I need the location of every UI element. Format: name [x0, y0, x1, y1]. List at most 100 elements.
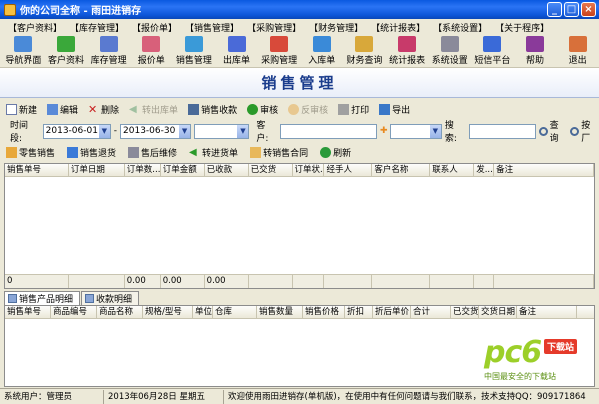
- toolbar-label: 导航界面: [5, 56, 42, 66]
- delete-button[interactable]: ✕ 删除: [88, 103, 119, 116]
- chevron-down-icon[interactable]: ▼: [98, 124, 110, 138]
- edit-button[interactable]: 编辑: [47, 103, 78, 116]
- watermark-subtitle: 中国最安全的下载站: [484, 372, 556, 381]
- column-header[interactable]: 经手人: [324, 164, 373, 176]
- close-button[interactable]: ×: [581, 2, 596, 17]
- nav-icon: [14, 36, 33, 52]
- column-header[interactable]: 订单金额: [161, 164, 205, 176]
- toolbar-button-3[interactable]: 报价单: [130, 35, 173, 67]
- toolbar-button-12[interactable]: 帮助: [514, 35, 557, 67]
- column-header[interactable]: 折扣: [345, 306, 373, 318]
- menu-inventory[interactable]: 【库存管理】: [68, 21, 126, 34]
- date-from-field[interactable]: 2013-06-01 ▼: [42, 123, 111, 139]
- toolbar-button-10[interactable]: 系统设置: [428, 35, 471, 67]
- approve-button[interactable]: 审核: [247, 103, 278, 116]
- orders-grid[interactable]: 销售单号订单日期订单数...订单金额已收款已交货订单状...经手人客户名称联系人…: [4, 163, 595, 289]
- toolbar-button-4[interactable]: 销售管理: [173, 35, 216, 67]
- chevron-down-icon[interactable]: ▼: [429, 124, 441, 138]
- column-header[interactable]: 合计: [411, 306, 451, 318]
- to-outbound-button[interactable]: ◀ 转出库单: [129, 103, 178, 116]
- column-header[interactable]: 客户名称: [372, 164, 431, 176]
- customer-picker-icon[interactable]: ✚: [380, 126, 388, 136]
- column-header[interactable]: 备注: [494, 164, 594, 176]
- find-button[interactable]: 按厂: [570, 118, 599, 144]
- unapprove-button[interactable]: 反审核: [288, 103, 328, 116]
- column-header[interactable]: 已收款: [205, 164, 249, 176]
- column-header[interactable]: 订单日期: [69, 164, 125, 176]
- column-header[interactable]: 销售数量: [257, 306, 303, 318]
- toolbar-label: 帮助: [526, 56, 545, 66]
- quote-icon: [142, 36, 161, 52]
- retail-button[interactable]: 零售销售: [6, 146, 55, 159]
- print-button[interactable]: 打印: [338, 103, 369, 116]
- unapprove-icon: [288, 103, 300, 115]
- toolbar-button-11[interactable]: 短信平台: [471, 35, 514, 67]
- toolbar-button-0[interactable]: 导航界面: [2, 35, 45, 67]
- column-header[interactable]: 订单数...: [125, 164, 161, 176]
- search-type-select[interactable]: ▼: [390, 123, 442, 139]
- date-to-field[interactable]: 2013-06-30 ▼: [120, 123, 192, 139]
- summary-cell: 0.00: [161, 275, 205, 288]
- column-header[interactable]: 备注: [517, 306, 577, 318]
- menu-reports[interactable]: 【统计报表】: [369, 21, 427, 34]
- column-header[interactable]: 销售单号: [5, 306, 51, 318]
- column-header[interactable]: 规格/型号: [143, 306, 193, 318]
- menu-finance[interactable]: 【财务管理】: [307, 21, 365, 34]
- status-select[interactable]: ▼: [194, 123, 250, 139]
- column-header[interactable]: 发...: [474, 164, 495, 176]
- warehouse-icon: [99, 36, 118, 52]
- chevron-down-icon[interactable]: ▼: [237, 124, 249, 138]
- menu-customer[interactable]: 【客户资料】: [6, 21, 64, 34]
- column-header[interactable]: 销售单号: [5, 164, 69, 176]
- toolbar-label: 系统设置: [431, 56, 468, 66]
- chevron-down-icon[interactable]: ▼: [179, 124, 191, 138]
- toolbar-button-8[interactable]: 财务查询: [343, 35, 386, 67]
- toolbar-button-7[interactable]: 入库单: [300, 35, 343, 67]
- search-input[interactable]: [468, 123, 536, 139]
- new-button[interactable]: 新建: [6, 103, 37, 116]
- menu-settings[interactable]: 【系统设置】: [431, 21, 489, 34]
- column-header[interactable]: 联系人: [430, 164, 475, 176]
- toolbar-button-9[interactable]: 统计报表: [386, 35, 429, 67]
- toolbar-button-13[interactable]: 退出: [556, 35, 599, 67]
- column-header[interactable]: 已交货: [249, 164, 293, 176]
- after-sales-button[interactable]: 售后维修: [128, 146, 177, 159]
- menu-sales[interactable]: 【销售管理】: [183, 21, 241, 34]
- inbound-icon: [312, 36, 331, 52]
- customer-icon: [56, 36, 75, 52]
- toolbar-button-2[interactable]: 库存管理: [87, 35, 130, 67]
- summary-cell: [293, 275, 325, 288]
- to-purchase-button[interactable]: ◀ 转进货单: [189, 146, 238, 159]
- menu-quote[interactable]: 【报价单】: [130, 21, 179, 34]
- toolbar-label: 销售管理: [175, 56, 212, 66]
- customer-input[interactable]: [280, 123, 377, 139]
- query-button[interactable]: 查询: [538, 118, 568, 144]
- tab-product-details[interactable]: 销售产品明细: [4, 291, 81, 305]
- column-header[interactable]: 单位: [193, 306, 213, 318]
- collect-payment-button[interactable]: 销售收款: [188, 103, 237, 116]
- column-header[interactable]: 折后单价: [373, 306, 411, 318]
- refresh-button[interactable]: 刷新: [320, 146, 351, 159]
- column-header[interactable]: 销售价格: [303, 306, 345, 318]
- column-header[interactable]: 商品编号: [51, 306, 97, 318]
- menu-about[interactable]: 【关于程序】: [493, 21, 551, 34]
- toolbar-button-6[interactable]: 采购管理: [258, 35, 301, 67]
- column-header[interactable]: 交货日期: [479, 306, 517, 318]
- summary-cell: [494, 275, 594, 288]
- maximize-button[interactable]: □: [564, 2, 579, 17]
- delete-icon: ✕: [88, 102, 98, 116]
- column-header[interactable]: 商品名称: [97, 306, 143, 318]
- sales-return-button[interactable]: 销售退货: [67, 146, 116, 159]
- column-header[interactable]: 订单状...: [293, 164, 325, 176]
- toolbar-label: 统计报表: [389, 56, 426, 66]
- toolbar-button-1[interactable]: 客户资料: [45, 35, 88, 67]
- menu-purchase[interactable]: 【采购管理】: [245, 21, 303, 34]
- column-header[interactable]: 仓库: [213, 306, 257, 318]
- tab-payment-details[interactable]: 收款明细: [81, 291, 140, 305]
- to-contract-button[interactable]: 转销售合同: [250, 146, 308, 159]
- toolbar-button-5[interactable]: 出库单: [215, 35, 258, 67]
- watermark-logo: pc6: [484, 335, 542, 370]
- column-header[interactable]: 已交货: [451, 306, 479, 318]
- export-button[interactable]: 导出: [379, 103, 410, 116]
- minimize-button[interactable]: _: [547, 2, 562, 17]
